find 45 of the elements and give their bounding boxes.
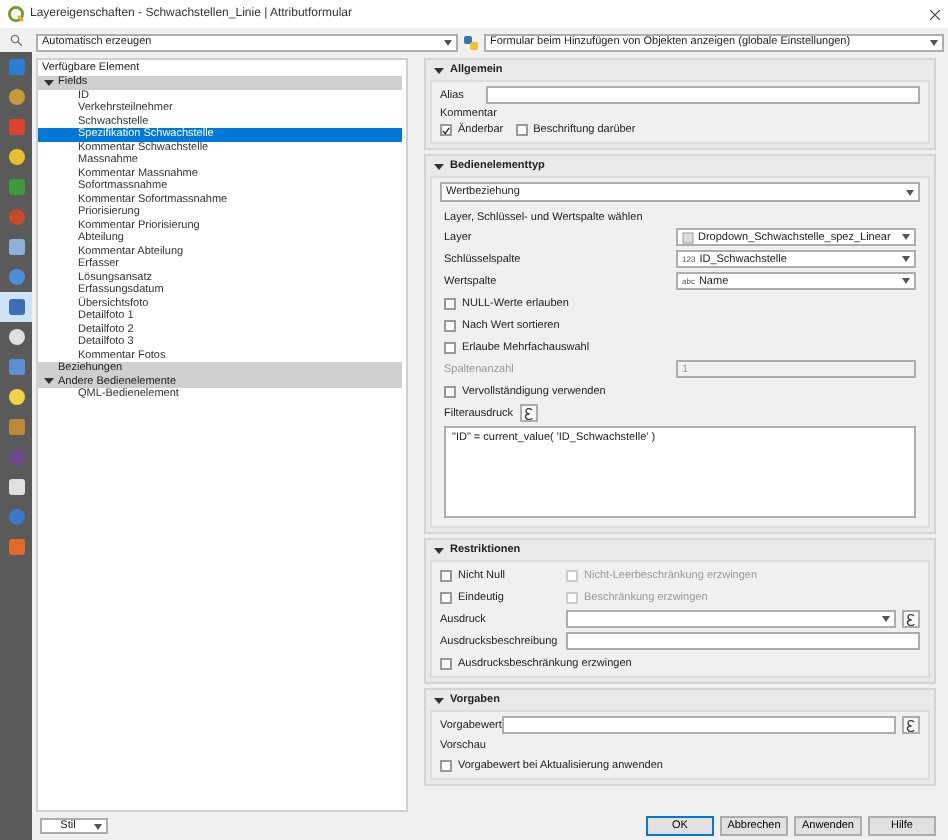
- collapse-arrow-icon[interactable]: [434, 65, 444, 75]
- alias-field[interactable]: [486, 86, 920, 104]
- collapse-arrow-icon[interactable]: [434, 161, 444, 171]
- dropdown-arrow-icon: [902, 256, 910, 262]
- python-icon[interactable]: [462, 33, 480, 51]
- square-icon: [7, 178, 25, 196]
- sidebar-tab[interactable]: [0, 292, 32, 322]
- checkbox[interactable]: [440, 569, 452, 581]
- collapse-arrow-icon[interactable]: [43, 77, 53, 88]
- dropdown-arrow-icon: [930, 39, 938, 45]
- dropdown-arrow-icon: [94, 823, 102, 829]
- search-icon[interactable]: [10, 34, 22, 46]
- collapse-arrow-icon[interactable]: [434, 545, 444, 555]
- checkbox[interactable]: [440, 124, 452, 136]
- collapse-arrow-icon[interactable]: [43, 376, 53, 387]
- dropdown-arrow-icon: [882, 616, 890, 622]
- checkbox[interactable]: [440, 591, 452, 603]
- expression-button[interactable]: [902, 716, 920, 734]
- checkbox[interactable]: [444, 385, 456, 397]
- checkbox[interactable]: [515, 124, 528, 136]
- close-icon[interactable]: [930, 9, 940, 19]
- description-field[interactable]: [566, 632, 920, 650]
- square-icon: [7, 478, 25, 496]
- square-icon: [7, 238, 25, 256]
- dropdown-arrow-icon: [906, 189, 914, 195]
- checkbox[interactable]: [444, 319, 456, 331]
- square-icon: [7, 358, 25, 376]
- layer-icon: [682, 231, 694, 243]
- square-icon: [7, 418, 25, 436]
- expression-button[interactable]: [902, 610, 920, 628]
- dropdown-arrow-icon: [902, 278, 910, 284]
- collapse-arrow-icon[interactable]: [434, 695, 444, 705]
- checkbox[interactable]: [444, 341, 456, 353]
- square-icon: [7, 538, 25, 556]
- square-icon: [7, 298, 25, 316]
- expression-button[interactable]: [519, 404, 538, 422]
- square-icon: [7, 58, 25, 76]
- checkbox[interactable]: [444, 297, 456, 309]
- checkbox[interactable]: [440, 657, 452, 669]
- checkbox[interactable]: [440, 759, 452, 771]
- app-logo-icon: [8, 6, 24, 22]
- square-icon: [7, 118, 25, 136]
- dropdown-arrow-icon: [444, 39, 452, 45]
- default-value-field[interactable]: [502, 716, 896, 734]
- dropdown-arrow-icon: [902, 234, 910, 240]
